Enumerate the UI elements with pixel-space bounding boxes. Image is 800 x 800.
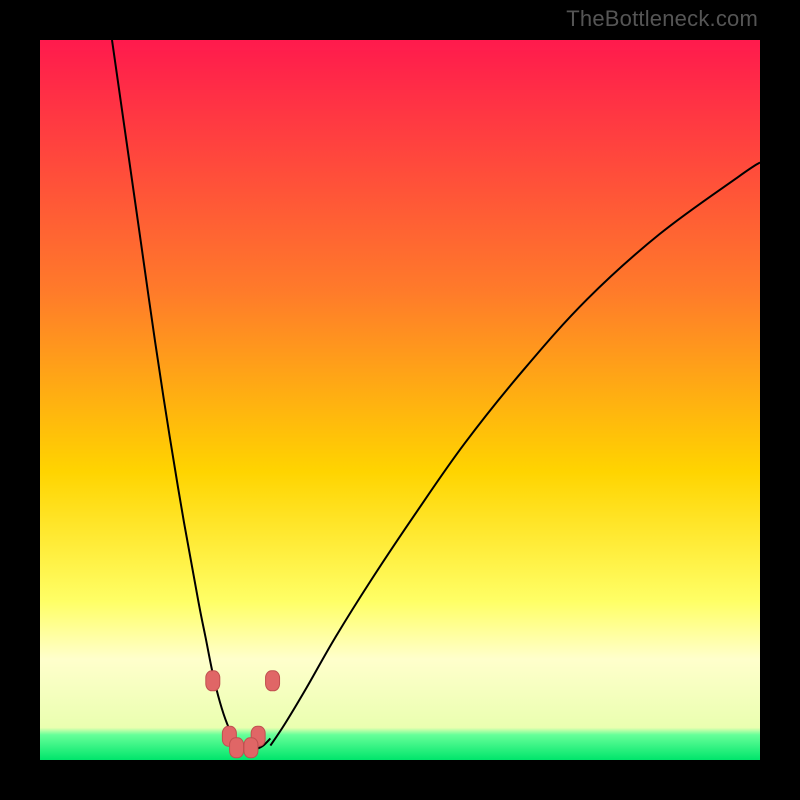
marker-group — [206, 671, 280, 758]
valley-marker — [266, 671, 280, 691]
plot-area — [40, 40, 760, 760]
curve-left — [112, 40, 242, 746]
valley-marker — [230, 738, 244, 758]
curve-right — [270, 162, 760, 745]
valley-marker — [206, 671, 220, 691]
watermark-text: TheBottleneck.com — [566, 6, 758, 32]
chart-frame: TheBottleneck.com — [0, 0, 800, 800]
curve-layer — [40, 40, 760, 760]
valley-marker — [244, 738, 258, 758]
